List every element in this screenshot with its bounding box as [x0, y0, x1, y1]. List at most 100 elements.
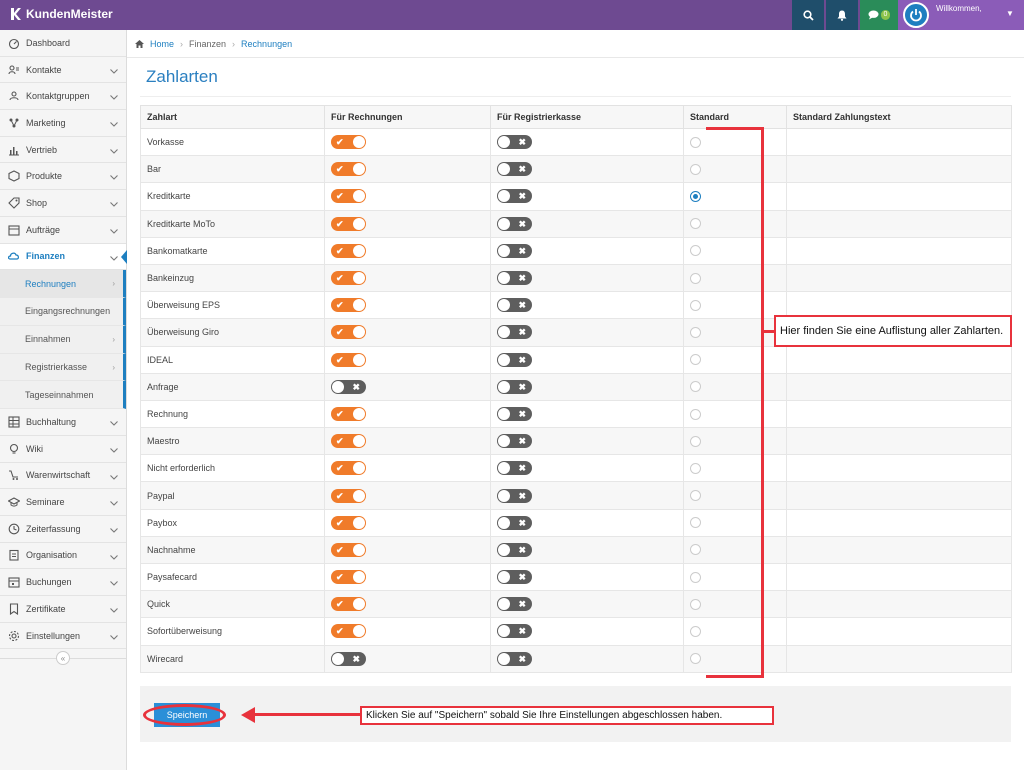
default-payment-text-cell[interactable] [786, 263, 1012, 293]
user-menu[interactable]: Willkommen, ▼ [898, 0, 1024, 30]
default-payment-text-cell[interactable] [786, 372, 1012, 401]
register-toggle[interactable]: ✖ [497, 298, 532, 313]
sidebar-item-marketing[interactable]: Marketing [0, 110, 126, 137]
invoice-toggle[interactable]: ✔ [331, 597, 366, 612]
breadcrumb-home[interactable]: Home [150, 39, 174, 49]
default-payment-text-cell[interactable] [786, 590, 1012, 619]
default-payment-text-cell[interactable] [786, 427, 1012, 456]
default-radio[interactable] [690, 136, 701, 148]
default-radio[interactable] [690, 490, 701, 502]
default-radio[interactable] [690, 354, 701, 366]
sidebar-item-aufträge[interactable]: Aufträge [0, 217, 126, 244]
default-payment-text-cell[interactable] [786, 182, 1012, 211]
default-radio[interactable] [690, 435, 701, 447]
default-payment-text-cell[interactable] [786, 508, 1012, 537]
register-toggle[interactable]: ✖ [497, 570, 532, 585]
sidebar-subitem-rechnungen[interactable]: Rechnungen › [0, 270, 126, 298]
register-toggle[interactable]: ✖ [497, 379, 532, 394]
invoice-toggle[interactable]: ✔ [331, 570, 366, 585]
sidebar-item-buchhaltung[interactable]: Buchhaltung [0, 409, 126, 436]
default-radio[interactable] [690, 517, 701, 529]
sidebar-item-seminare[interactable]: Seminare [0, 489, 126, 516]
invoice-toggle[interactable]: ✔ [331, 271, 366, 286]
sidebar-item-warenwirtschaft[interactable]: Warenwirtschaft [0, 463, 126, 490]
sidebar-item-kontaktgruppen[interactable]: Kontaktgruppen [0, 83, 126, 111]
register-toggle[interactable]: ✖ [497, 651, 532, 666]
invoice-toggle[interactable]: ✔ [331, 515, 366, 530]
default-radio[interactable] [690, 163, 701, 175]
sidebar-item-einstellungen[interactable]: Einstellungen [0, 623, 126, 650]
invoice-toggle[interactable]: ✔ [331, 298, 366, 313]
default-radio[interactable] [690, 272, 701, 284]
invoice-toggle[interactable]: ✖ [331, 651, 366, 666]
sidebar-item-organisation[interactable]: Organisation [0, 543, 126, 570]
sidebar-item-shop[interactable]: Shop [0, 190, 126, 217]
register-toggle[interactable]: ✖ [497, 216, 532, 231]
register-toggle[interactable]: ✖ [497, 162, 532, 177]
default-payment-text-cell[interactable] [786, 399, 1012, 429]
default-payment-text-cell[interactable] [786, 535, 1012, 565]
register-toggle[interactable]: ✖ [497, 406, 532, 421]
sidebar-item-finanzen[interactable]: Finanzen [0, 243, 127, 271]
default-radio[interactable] [690, 571, 701, 583]
default-radio[interactable] [690, 326, 701, 338]
default-radio[interactable] [690, 381, 701, 393]
app-logo[interactable]: KundenMeister [10, 7, 113, 21]
invoice-toggle[interactable]: ✔ [331, 488, 366, 503]
default-radio[interactable] [690, 299, 701, 311]
sidebar-subitem-tageseinnahmen[interactable]: Tageseinnahmen [0, 381, 126, 410]
invoice-toggle[interactable]: ✔ [331, 352, 366, 367]
invoice-toggle[interactable]: ✔ [331, 162, 366, 177]
invoice-toggle[interactable]: ✔ [331, 542, 366, 557]
invoice-toggle[interactable]: ✔ [331, 325, 366, 340]
notifications-button[interactable] [826, 0, 858, 30]
register-toggle[interactable]: ✖ [497, 461, 532, 476]
default-payment-text-cell[interactable] [786, 454, 1012, 483]
sidebar-subitem-einnahmen[interactable]: Einnahmen › [0, 325, 126, 354]
default-payment-text-cell[interactable] [786, 209, 1012, 238]
register-toggle[interactable]: ✖ [497, 542, 532, 557]
default-radio[interactable] [690, 598, 701, 610]
collapse-sidebar-button[interactable]: « [56, 651, 70, 665]
register-toggle[interactable]: ✖ [497, 189, 532, 204]
sidebar-subitem-registrierkasse[interactable]: Registrierkasse › [0, 353, 126, 382]
sidebar-subitem-eingangsrechnungen[interactable]: Eingangsrechnungen [0, 297, 126, 326]
invoice-toggle[interactable]: ✖ [331, 379, 366, 394]
default-payment-text-cell[interactable] [786, 127, 1012, 157]
invoice-toggle[interactable]: ✔ [331, 189, 366, 204]
default-radio[interactable] [690, 462, 701, 474]
sidebar-item-kontakte[interactable]: Kontakte [0, 57, 126, 84]
default-payment-text-cell[interactable] [786, 562, 1012, 592]
default-payment-text-cell[interactable] [786, 644, 1012, 673]
sidebar-item-wiki[interactable]: Wiki [0, 436, 126, 463]
messages-button[interactable]: 0 [860, 0, 898, 30]
breadcrumb-finanzen[interactable]: Finanzen [189, 39, 226, 49]
invoice-toggle[interactable]: ✔ [331, 216, 366, 231]
register-toggle[interactable]: ✖ [497, 243, 532, 258]
register-toggle[interactable]: ✖ [497, 325, 532, 340]
default-radio[interactable] [690, 191, 701, 203]
invoice-toggle[interactable]: ✔ [331, 135, 366, 150]
default-radio[interactable] [690, 245, 701, 257]
sidebar-item-zertifikate[interactable]: Zertifikate [0, 596, 126, 623]
default-radio[interactable] [690, 544, 701, 556]
invoice-toggle[interactable]: ✔ [331, 406, 366, 421]
default-payment-text-cell[interactable] [786, 617, 1012, 646]
sidebar-item-dashboard[interactable]: Dashboard [0, 30, 126, 57]
search-button[interactable] [792, 0, 824, 30]
register-toggle[interactable]: ✖ [497, 515, 532, 530]
default-radio[interactable] [690, 408, 701, 420]
breadcrumb-rechnungen[interactable]: Rechnungen [241, 39, 292, 49]
register-toggle[interactable]: ✖ [497, 135, 532, 150]
default-payment-text-cell[interactable] [786, 155, 1012, 184]
sidebar-item-vertrieb[interactable]: Vertrieb [0, 137, 126, 164]
default-radio[interactable] [690, 653, 701, 665]
sidebar-item-produkte[interactable]: Produkte [0, 163, 126, 191]
register-toggle[interactable]: ✖ [497, 271, 532, 286]
register-toggle[interactable]: ✖ [497, 624, 532, 639]
invoice-toggle[interactable]: ✔ [331, 461, 366, 476]
default-radio[interactable] [690, 626, 701, 638]
invoice-toggle[interactable]: ✔ [331, 624, 366, 639]
default-payment-text-cell[interactable] [786, 345, 1012, 374]
sidebar-item-buchungen[interactable]: Buchungen [0, 569, 126, 596]
